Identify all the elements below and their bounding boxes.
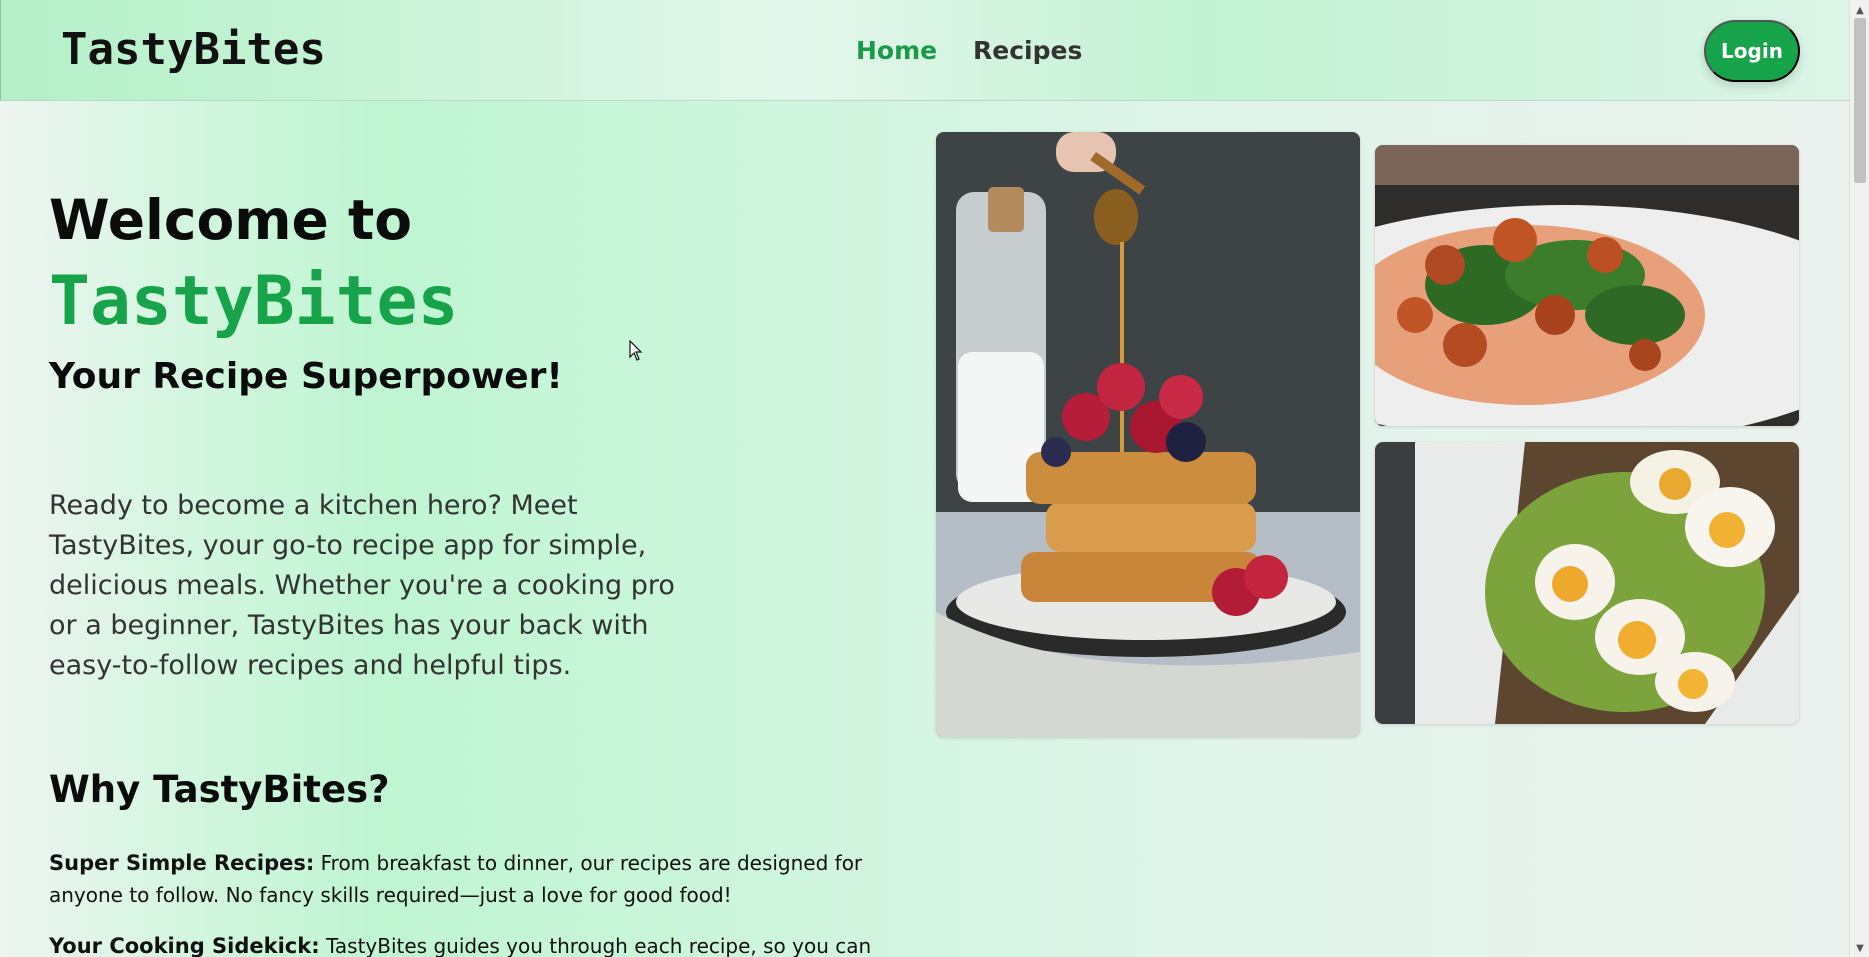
mouse-cursor-icon <box>629 340 643 361</box>
chicken-salad-photo <box>1375 145 1799 426</box>
feature-heading: Your Cooking Sidekick: <box>49 934 320 957</box>
scrollbar[interactable]: ▲ ▼ <box>1849 0 1869 957</box>
hero-description: Ready to become a kitchen hero? Meet Tas… <box>49 490 675 681</box>
hero-brand-name: TastyBites <box>49 262 459 341</box>
login-button[interactable]: Login <box>1704 20 1800 82</box>
avocado-toast-photo <box>1375 442 1799 724</box>
feature-item: Your Cooking Sidekick: TastyBites guides… <box>49 930 919 957</box>
feature-heading: Super Simple Recipes: <box>49 851 315 875</box>
scroll-up-arrow-icon[interactable]: ▲ <box>1850 2 1869 18</box>
why-section-title: Why TastyBites? <box>49 768 390 811</box>
hero-subtitle: Your Recipe Superpower! <box>49 356 563 397</box>
feature-item: Super Simple Recipes: From breakfast to … <box>49 847 919 911</box>
scroll-down-arrow-icon[interactable]: ▼ <box>1850 940 1869 956</box>
brand-logo[interactable]: TastyBites <box>61 24 326 75</box>
nav-link-recipes[interactable]: Recipes <box>973 36 1082 65</box>
nav-link-home[interactable]: Home <box>856 36 937 65</box>
pancakes-photo <box>936 132 1360 737</box>
hero-title: Welcome to <box>49 188 413 252</box>
scrollbar-thumb[interactable] <box>1854 18 1866 183</box>
navbar: TastyBites Home Recipes Login <box>0 0 1849 101</box>
